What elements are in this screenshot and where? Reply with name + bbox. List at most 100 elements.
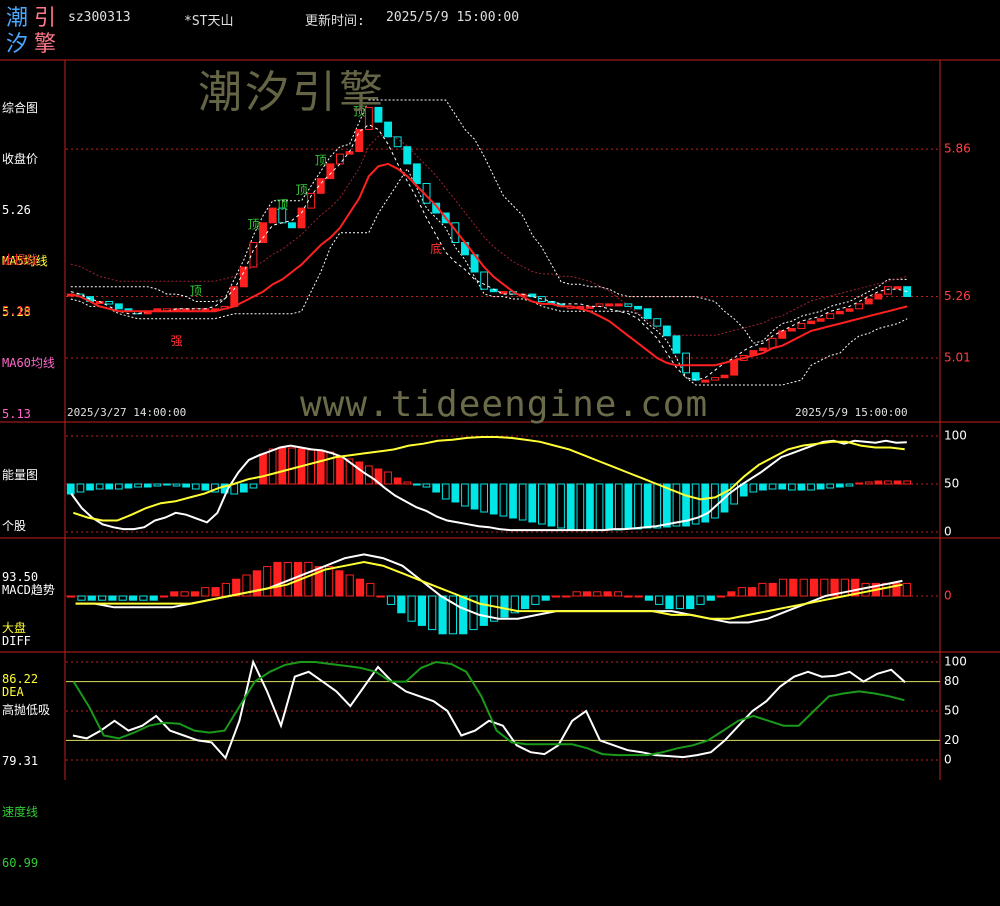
macd-bar	[748, 587, 757, 597]
candle	[653, 318, 662, 327]
macd-bar	[531, 595, 540, 605]
macd-bar	[397, 595, 406, 614]
candle	[403, 146, 412, 165]
close-label: 收盘价	[2, 152, 39, 166]
energy-bar	[105, 483, 114, 490]
macd-bar	[479, 595, 488, 626]
macd-bar	[809, 578, 819, 597]
dea-line	[75, 560, 903, 620]
energy-bar	[643, 483, 652, 529]
diff-line	[75, 553, 903, 624]
energy-bar	[393, 477, 402, 485]
candle	[105, 301, 114, 305]
energy-bar	[749, 483, 758, 493]
macd-bar	[706, 595, 715, 601]
candle	[662, 325, 671, 337]
hl-tick-0: 100	[944, 655, 967, 669]
candle	[480, 271, 489, 290]
date-end: 2025/5/9 15:00:00	[795, 406, 908, 419]
energy-bar	[307, 449, 315, 485]
energy-bar	[855, 482, 863, 485]
macd-bar	[221, 582, 231, 597]
macd-bar	[727, 591, 736, 597]
candle	[826, 313, 835, 320]
macd-bar	[820, 578, 829, 597]
macd-bar	[190, 591, 200, 597]
energy-bar	[864, 481, 873, 485]
macd-bar	[325, 566, 334, 597]
candle	[114, 303, 123, 310]
energy-bar	[797, 483, 806, 491]
hl-line	[72, 658, 906, 760]
energy-bar	[115, 483, 123, 490]
energy-bar	[182, 483, 191, 488]
candle	[730, 359, 739, 376]
energy-bar	[134, 483, 142, 488]
energy-bar	[201, 483, 210, 491]
energy-bar	[759, 483, 767, 491]
hl-title: 高抛低吸	[2, 703, 51, 717]
macd-bar	[613, 591, 623, 597]
energy-bar	[451, 483, 460, 503]
macd-bar	[77, 595, 86, 601]
candle	[259, 222, 268, 244]
marker-strong: 强	[171, 334, 183, 348]
energy-bar	[586, 483, 594, 531]
ma60-label: MA60均线	[2, 356, 55, 370]
energy-bar	[163, 483, 171, 486]
candle	[874, 293, 883, 300]
macd-bar	[551, 595, 561, 598]
energy-bar	[547, 483, 556, 527]
energy-bar	[614, 483, 623, 531]
marker-top: 顶	[247, 218, 259, 232]
energy-bar	[518, 483, 527, 521]
energy-bar	[278, 447, 287, 485]
macd-bar	[128, 595, 138, 601]
energy-bar	[807, 483, 815, 491]
macd-tick-0: 0	[944, 589, 952, 603]
energy-bar	[326, 451, 335, 485]
hl-value: 79.31	[2, 754, 39, 768]
macd-bar	[902, 582, 911, 597]
energy-bar	[528, 483, 537, 523]
macd-bar	[758, 582, 767, 597]
energy-bar	[595, 483, 604, 531]
energy-bar	[124, 483, 133, 489]
candle	[384, 121, 393, 138]
macd-bar	[582, 591, 592, 597]
macd-bar	[789, 578, 798, 597]
macd-bar	[366, 582, 375, 597]
macd-bar	[180, 591, 189, 597]
macd-bar	[459, 595, 468, 635]
macd-bar	[67, 595, 76, 598]
energy-bar	[316, 450, 325, 485]
macd-bar	[572, 591, 581, 597]
macd-bar	[603, 591, 612, 597]
candle	[297, 207, 306, 229]
close-value: 5.26	[2, 203, 31, 217]
energy-bar	[874, 480, 883, 485]
marker-top: 顶	[295, 183, 307, 197]
energy-bar	[413, 483, 421, 486]
candle	[336, 153, 344, 165]
energy-bar	[384, 471, 392, 485]
macd-bar	[355, 578, 365, 597]
energy-bar	[576, 483, 585, 531]
ma5-line	[70, 124, 908, 381]
macd-bar	[562, 595, 571, 598]
energy-bar	[893, 480, 902, 485]
candle	[268, 207, 277, 224]
macd-bar	[407, 595, 416, 622]
macd-bar	[345, 574, 354, 597]
hl-tick-2: 50	[944, 704, 959, 718]
stock-label: 个股	[2, 519, 27, 533]
candle	[412, 163, 421, 185]
energy-bar	[538, 483, 546, 525]
macd-bar	[386, 595, 396, 605]
macd-bar	[541, 595, 550, 601]
energy-title: 能量图	[2, 468, 39, 482]
candle	[691, 372, 700, 381]
energy-bar	[903, 480, 911, 485]
energy-tick-1: 50	[944, 477, 959, 491]
macd-bar	[108, 595, 117, 601]
